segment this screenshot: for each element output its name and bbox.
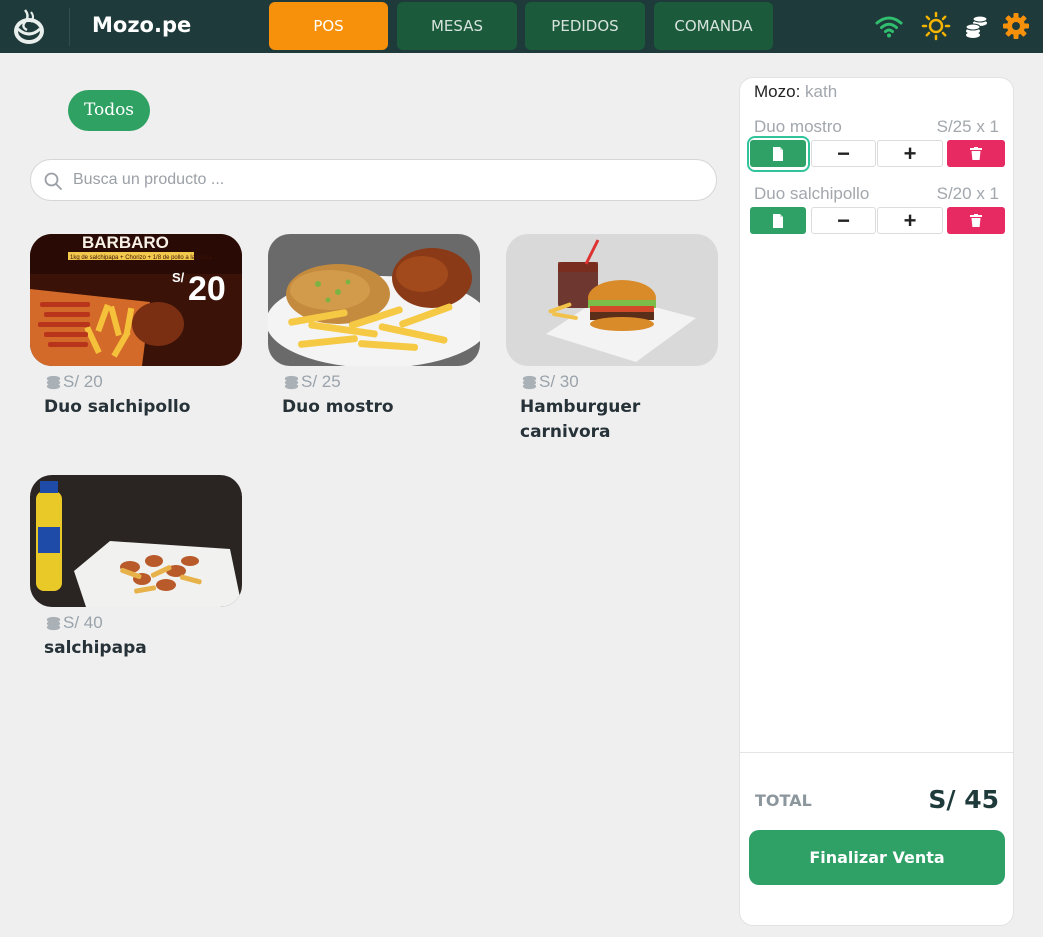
order-item-name: Duo salchipollo: [754, 184, 870, 203]
add-note-button[interactable]: [750, 140, 806, 167]
product-card[interactable]: BARBARO 1kg de salchipapa + Chorizo + 1/…: [30, 234, 242, 417]
panel-divider: [740, 752, 1013, 753]
brand-name: Mozo.pe: [92, 13, 192, 37]
product-price: S/ 30: [520, 372, 579, 392]
product-image: [268, 234, 480, 366]
product-name: Duo salchipollo: [44, 397, 191, 417]
product-card[interactable]: S/ 30 Hamburguer carnivora: [506, 234, 718, 442]
product-price-value: S/ 40: [63, 613, 103, 632]
coins-icon: [522, 375, 537, 389]
coins-icon[interactable]: [962, 11, 992, 41]
wifi-icon[interactable]: [874, 11, 904, 41]
product-image: [30, 475, 242, 607]
coins-icon: [284, 375, 299, 389]
product-price: S/ 40: [44, 613, 103, 633]
add-note-button[interactable]: [750, 207, 806, 234]
increase-qty-button[interactable]: +: [877, 140, 943, 167]
waiter-label: Mozo:: [754, 82, 801, 101]
order-item-name: Duo mostro: [754, 117, 842, 136]
order-item-price-qty: S/25 x 1: [936, 117, 999, 136]
gear-icon[interactable]: [1001, 11, 1031, 41]
order-item-price-qty: S/20 x 1: [936, 184, 999, 203]
coins-icon: [46, 375, 61, 389]
coins-icon: [46, 616, 61, 630]
product-price: S/ 25: [282, 372, 341, 392]
product-price-value: S/ 30: [539, 372, 579, 391]
product-name: Hamburguer carnivora: [520, 397, 641, 442]
trash-icon: [970, 147, 982, 160]
header-divider: [69, 8, 70, 46]
logo-icon: [14, 9, 44, 44]
product-name: Duo mostro: [282, 397, 394, 417]
delete-item-button[interactable]: [947, 140, 1005, 167]
trash-icon: [970, 214, 982, 227]
sun-icon[interactable]: [921, 11, 951, 41]
nav-mesas-button[interactable]: MESAS: [397, 2, 517, 50]
increase-qty-button[interactable]: +: [877, 207, 943, 234]
file-icon: [773, 213, 783, 228]
category-chip-todos[interactable]: Todos: [68, 90, 150, 131]
delete-item-button[interactable]: [947, 207, 1005, 234]
decrease-qty-button[interactable]: −: [811, 140, 876, 167]
product-price-value: S/ 20: [63, 372, 103, 391]
svg-text:S/: S/: [172, 270, 185, 285]
product-price: S/ 20: [44, 372, 103, 392]
top-bar: Mozo.pe POS MESAS PEDIDOS COMANDA: [0, 0, 1043, 53]
search-bar: [30, 159, 717, 201]
nav-pedidos-button[interactable]: PEDIDOS: [525, 2, 645, 50]
search-icon: [44, 172, 62, 190]
product-name: salchipapa: [44, 638, 147, 658]
svg-text:20: 20: [188, 270, 226, 308]
promo-banner-text: BARBARO: [82, 234, 169, 252]
product-card[interactable]: S/ 40 salchipapa: [30, 475, 242, 658]
decrease-qty-button[interactable]: −: [811, 207, 876, 234]
product-image: [506, 234, 718, 366]
waiter-info: Mozo: kath: [754, 82, 837, 102]
waiter-name: kath: [805, 82, 838, 101]
total-label: TOTAL: [755, 791, 812, 810]
product-card[interactable]: S/ 25 Duo mostro: [268, 234, 480, 417]
total-value: S/ 45: [928, 785, 999, 814]
nav-pos-button[interactable]: POS: [269, 2, 388, 50]
product-price-value: S/ 25: [301, 372, 341, 391]
file-icon: [773, 146, 783, 161]
product-image: BARBARO 1kg de salchipapa + Chorizo + 1/…: [30, 234, 242, 366]
finalize-sale-button[interactable]: Finalizar Venta: [749, 830, 1005, 885]
search-input[interactable]: [73, 160, 703, 200]
order-panel: Mozo: kath Duo mostro S/25 x 1 − + Duo s…: [739, 77, 1014, 926]
promo-banner-subtext: 1kg de salchipapa + Chorizo + 1/8 de pol…: [70, 255, 212, 261]
nav-comanda-button[interactable]: COMANDA: [654, 2, 773, 50]
